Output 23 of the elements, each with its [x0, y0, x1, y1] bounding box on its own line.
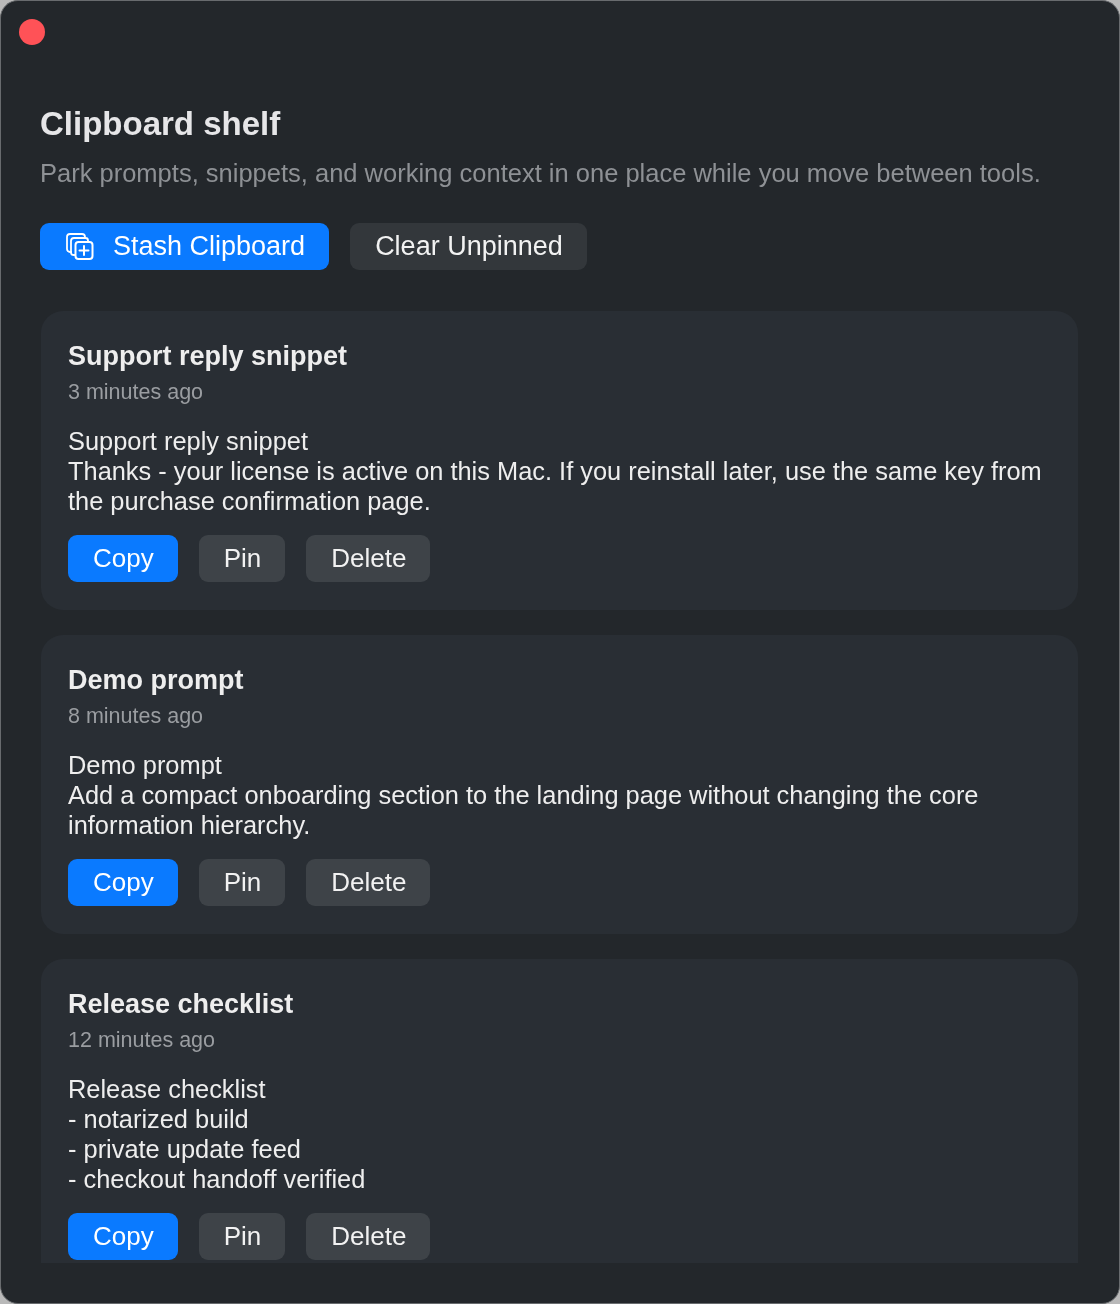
copy-button[interactable]: Copy [68, 859, 178, 906]
clip-title: Demo prompt [68, 665, 245, 695]
clip-timestamp: 12 minutes ago [68, 1028, 216, 1052]
clip-text: Support reply snippet Thanks - your license is active on this Mac. If you reinstall later, use the same key from the purchase confirmation page. [68, 426, 1043, 516]
close-button[interactable] [19, 19, 45, 45]
copy-button[interactable]: Copy [68, 1213, 178, 1260]
copy-button[interactable]: Copy [68, 535, 178, 582]
clip-text: Release checklist - notarized build - private update feed - checkout handoff verified [68, 1074, 367, 1194]
pin-button[interactable]: Pin [198, 1213, 286, 1260]
clip-timestamp: 8 minutes ago [68, 704, 205, 728]
pin-button[interactable]: Pin [198, 535, 286, 582]
window-subtitle: Park prompts, snippets, and working context in one place while you move between tools. [40, 158, 1042, 188]
window-title: Clipboard shelf [40, 104, 282, 144]
pin-button[interactable]: Pin [198, 859, 286, 906]
clip-text: Demo prompt Add a compact onboarding section to the landing page without changing the core information hierarchy. [68, 750, 980, 840]
clear-unpinned-button[interactable]: Clear Unpinned [350, 223, 587, 270]
delete-button[interactable]: Delete [306, 535, 431, 582]
clip-title: Support reply snippet [68, 341, 349, 371]
delete-button[interactable]: Delete [306, 1213, 431, 1260]
clip-title: Release checklist [68, 989, 295, 1019]
delete-button[interactable]: Delete [306, 859, 431, 906]
clip-timestamp: 3 minutes ago [68, 380, 205, 404]
stash-clipboard-button[interactable]: Stash Clipboard [40, 223, 330, 270]
